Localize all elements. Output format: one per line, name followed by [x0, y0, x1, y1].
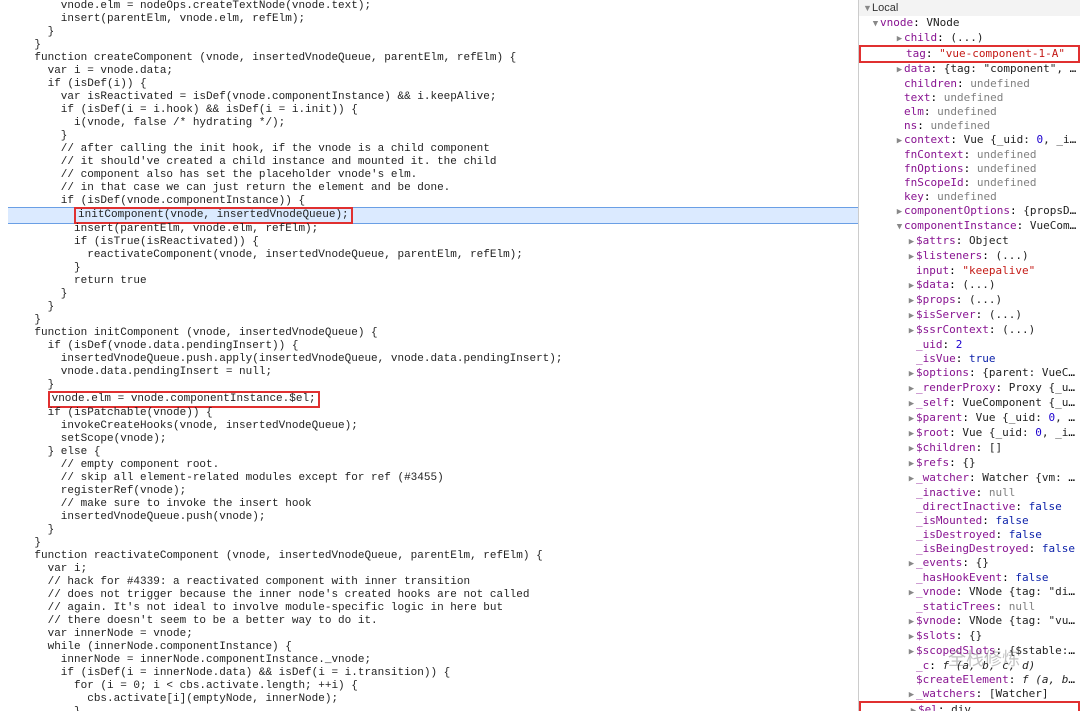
disclosure-triangle-icon[interactable]: ▶: [907, 294, 916, 308]
disclosure-triangle-icon[interactable]: ▶: [907, 586, 916, 600]
scope-property-componentOptions[interactable]: ▶componentOptions: {propsData:…: [859, 204, 1080, 219]
scope-property-key[interactable]: key: undefined: [859, 190, 1080, 204]
disclosure-triangle-icon[interactable]: ▶: [907, 412, 916, 426]
scope-property-_events[interactable]: ▶_events: {}: [859, 556, 1080, 571]
disclosure-triangle-icon[interactable]: ▶: [895, 205, 904, 219]
disclosure-triangle-icon[interactable]: ▶: [907, 688, 916, 702]
scope-property-componentInstance[interactable]: ▼componentInstance: VueCompone…: [859, 219, 1080, 234]
disclosure-triangle-icon[interactable]: ▶: [907, 367, 916, 381]
scope-property-elm[interactable]: elm: undefined: [859, 105, 1080, 119]
scope-property-ns[interactable]: ns: undefined: [859, 119, 1080, 133]
scope-property-$createElement[interactable]: $createElement: f (a, b, c, d…: [859, 673, 1080, 687]
scope-property-fnOptions[interactable]: fnOptions: undefined: [859, 162, 1080, 176]
scope-property-_inactive[interactable]: _inactive: null: [859, 486, 1080, 500]
scope-property-_hasHookEvent[interactable]: _hasHookEvent: false: [859, 571, 1080, 585]
scope-section-header[interactable]: ▼Local: [859, 0, 1080, 16]
scope-property-$el[interactable]: ▶$el: div: [859, 701, 1080, 711]
scope-property-_isVue[interactable]: _isVue: true: [859, 352, 1080, 366]
disclosure-triangle-icon[interactable]: ▶: [907, 630, 916, 644]
disclosure-triangle-icon[interactable]: ▶: [907, 235, 916, 249]
scope-property-$options[interactable]: ▶$options: {parent: VueCompo…: [859, 366, 1080, 381]
scope-variable-vnode[interactable]: ▼vnode: VNode: [859, 16, 1080, 31]
scope-property-$children[interactable]: ▶$children: []: [859, 441, 1080, 456]
scope-value: VNode: [926, 16, 959, 29]
disclosure-triangle-icon[interactable]: ▶: [907, 250, 916, 264]
disclosure-triangle-icon[interactable]: ▶: [907, 615, 916, 629]
scope-property-_self[interactable]: ▶_self: VueComponent {_uid: …: [859, 396, 1080, 411]
disclosure-triangle-icon[interactable]: ▶: [907, 457, 916, 471]
scope-property-_watcher[interactable]: ▶_watcher: Watcher {vm: VueC…: [859, 471, 1080, 486]
scope-property-$vnode[interactable]: ▶$vnode: VNode {tag: "vue-co…: [859, 614, 1080, 629]
scope-property-_isBeingDestroyed[interactable]: _isBeingDestroyed: false: [859, 542, 1080, 556]
disclosure-triangle-icon[interactable]: ▶: [895, 134, 904, 148]
scope-property-tag[interactable]: tag: "vue-component-1-A": [859, 45, 1080, 63]
scope-header-label: Local: [872, 2, 898, 14]
scope-property-_uid[interactable]: _uid: 2: [859, 338, 1080, 352]
scope-property-_isDestroyed[interactable]: _isDestroyed: false: [859, 528, 1080, 542]
scope-property-context[interactable]: ▶context: Vue {_uid: 0, _isVue…: [859, 133, 1080, 148]
scope-property-$ssrContext[interactable]: ▶$ssrContext: (...): [859, 323, 1080, 338]
scope-property-$attrs[interactable]: ▶$attrs: Object: [859, 234, 1080, 249]
source-code: vnode.elm = nodeOps.createTextNode(vnode…: [0, 0, 858, 711]
disclosure-triangle-icon[interactable]: ▶: [907, 324, 916, 338]
disclosure-triangle-icon[interactable]: ▼: [871, 17, 880, 31]
scope-property-$isServer[interactable]: ▶$isServer: (...): [859, 308, 1080, 323]
scope-variables-panel[interactable]: ▼Local ▼vnode: VNode ▶child: (...)tag: "…: [858, 0, 1080, 711]
disclosure-triangle-icon[interactable]: ▶: [907, 309, 916, 323]
scope-property-$root[interactable]: ▶$root: Vue {_uid: 0, _isVu…: [859, 426, 1080, 441]
disclosure-triangle-icon[interactable]: ▶: [907, 442, 916, 456]
scope-property-_vnode[interactable]: ▶_vnode: VNode {tag: "div", …: [859, 585, 1080, 600]
scope-property-input[interactable]: input: "keepalive": [859, 264, 1080, 278]
scope-property-$listeners[interactable]: ▶$listeners: (...): [859, 249, 1080, 264]
scope-property-fnContext[interactable]: fnContext: undefined: [859, 148, 1080, 162]
disclosure-triangle-icon[interactable]: ▶: [907, 397, 916, 411]
scope-property-$refs[interactable]: ▶$refs: {}: [859, 456, 1080, 471]
scope-property-_renderProxy[interactable]: ▶_renderProxy: Proxy {_uid:…: [859, 381, 1080, 396]
disclosure-triangle-icon[interactable]: ▶: [909, 704, 918, 711]
disclosure-triangle-icon[interactable]: ▶: [907, 472, 916, 486]
disclosure-triangle-icon[interactable]: ▶: [907, 279, 916, 293]
scope-property-$parent[interactable]: ▶$parent: Vue {_uid: 0, _isV…: [859, 411, 1080, 426]
scope-property-fnScopeId[interactable]: fnScopeId: undefined: [859, 176, 1080, 190]
scope-property-child[interactable]: ▶child: (...): [859, 31, 1080, 46]
scope-property-data[interactable]: ▶data: {tag: "component", on: …: [859, 62, 1080, 77]
scope-property-text[interactable]: text: undefined: [859, 91, 1080, 105]
scope-property-_isMounted[interactable]: _isMounted: false: [859, 514, 1080, 528]
disclosure-triangle-icon[interactable]: ▶: [895, 63, 904, 77]
disclosure-triangle-icon[interactable]: ▶: [895, 32, 904, 46]
disclosure-triangle-icon[interactable]: ▶: [907, 382, 916, 396]
disclosure-triangle-icon[interactable]: ▶: [907, 645, 916, 659]
disclosure-triangle-icon[interactable]: ▶: [907, 427, 916, 441]
scope-property-$scopedSlots[interactable]: ▶$scopedSlots: {$stable: tru…: [859, 644, 1080, 659]
scope-property-$slots[interactable]: ▶$slots: {}: [859, 629, 1080, 644]
disclosure-triangle-icon[interactable]: ▶: [907, 557, 916, 571]
scope-property-$props[interactable]: ▶$props: (...): [859, 293, 1080, 308]
disclosure-triangle-icon[interactable]: ▼: [895, 220, 904, 234]
scope-property-children[interactable]: children: undefined: [859, 77, 1080, 91]
code-editor-panel[interactable]: vnode.elm = nodeOps.createTextNode(vnode…: [0, 0, 858, 711]
scope-property-_c[interactable]: _c: f (a, b, c, d): [859, 659, 1080, 673]
disclosure-triangle-icon[interactable]: ▼: [863, 1, 872, 15]
scope-property-$data[interactable]: ▶$data: (...): [859, 278, 1080, 293]
scope-property-_staticTrees[interactable]: _staticTrees: null: [859, 600, 1080, 614]
scope-property-_directInactive[interactable]: _directInactive: false: [859, 500, 1080, 514]
scope-property-_watchers[interactable]: ▶_watchers: [Watcher]: [859, 687, 1080, 702]
